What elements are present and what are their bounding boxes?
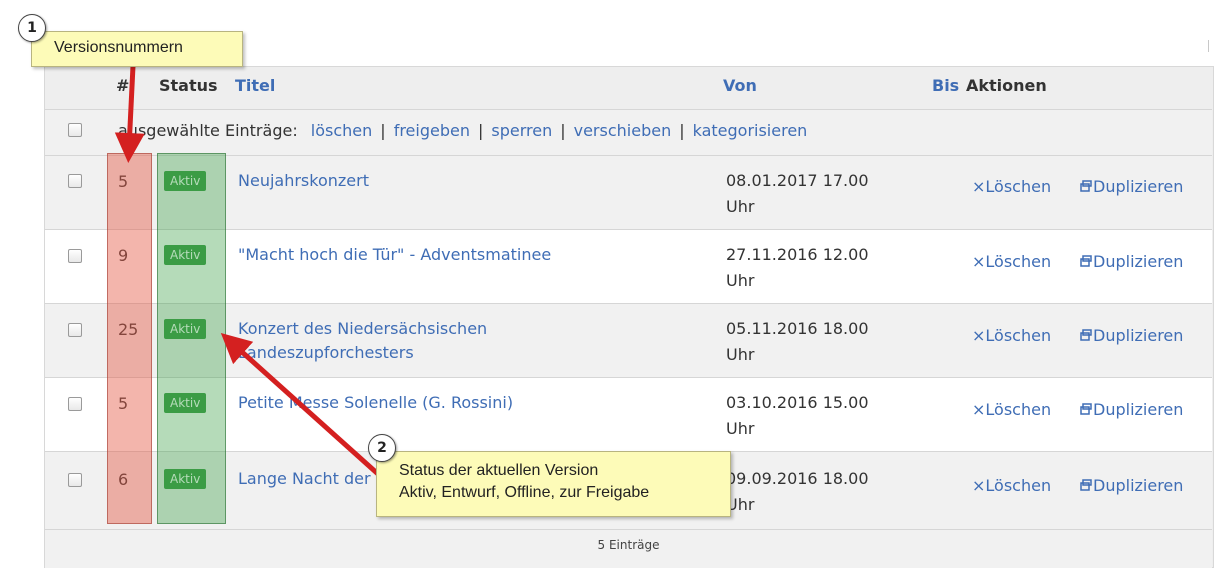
callout-text: Versionsnummern bbox=[54, 39, 183, 56]
step-marker-2: 2 bbox=[368, 434, 396, 462]
arrow-to-status bbox=[220, 332, 380, 476]
callout-line-1: Status der aktuellen Version bbox=[399, 462, 599, 479]
arrow-to-version bbox=[114, 65, 145, 163]
callout-status-info: Status der aktuellen Version Aktiv, Entw… bbox=[376, 451, 731, 517]
callout-version-numbers: Versionsnummern bbox=[31, 31, 243, 67]
step-marker-1: 1 bbox=[18, 14, 46, 42]
callout-line-2: Aktiv, Entwurf, Offline, zur Freigabe bbox=[399, 484, 650, 501]
